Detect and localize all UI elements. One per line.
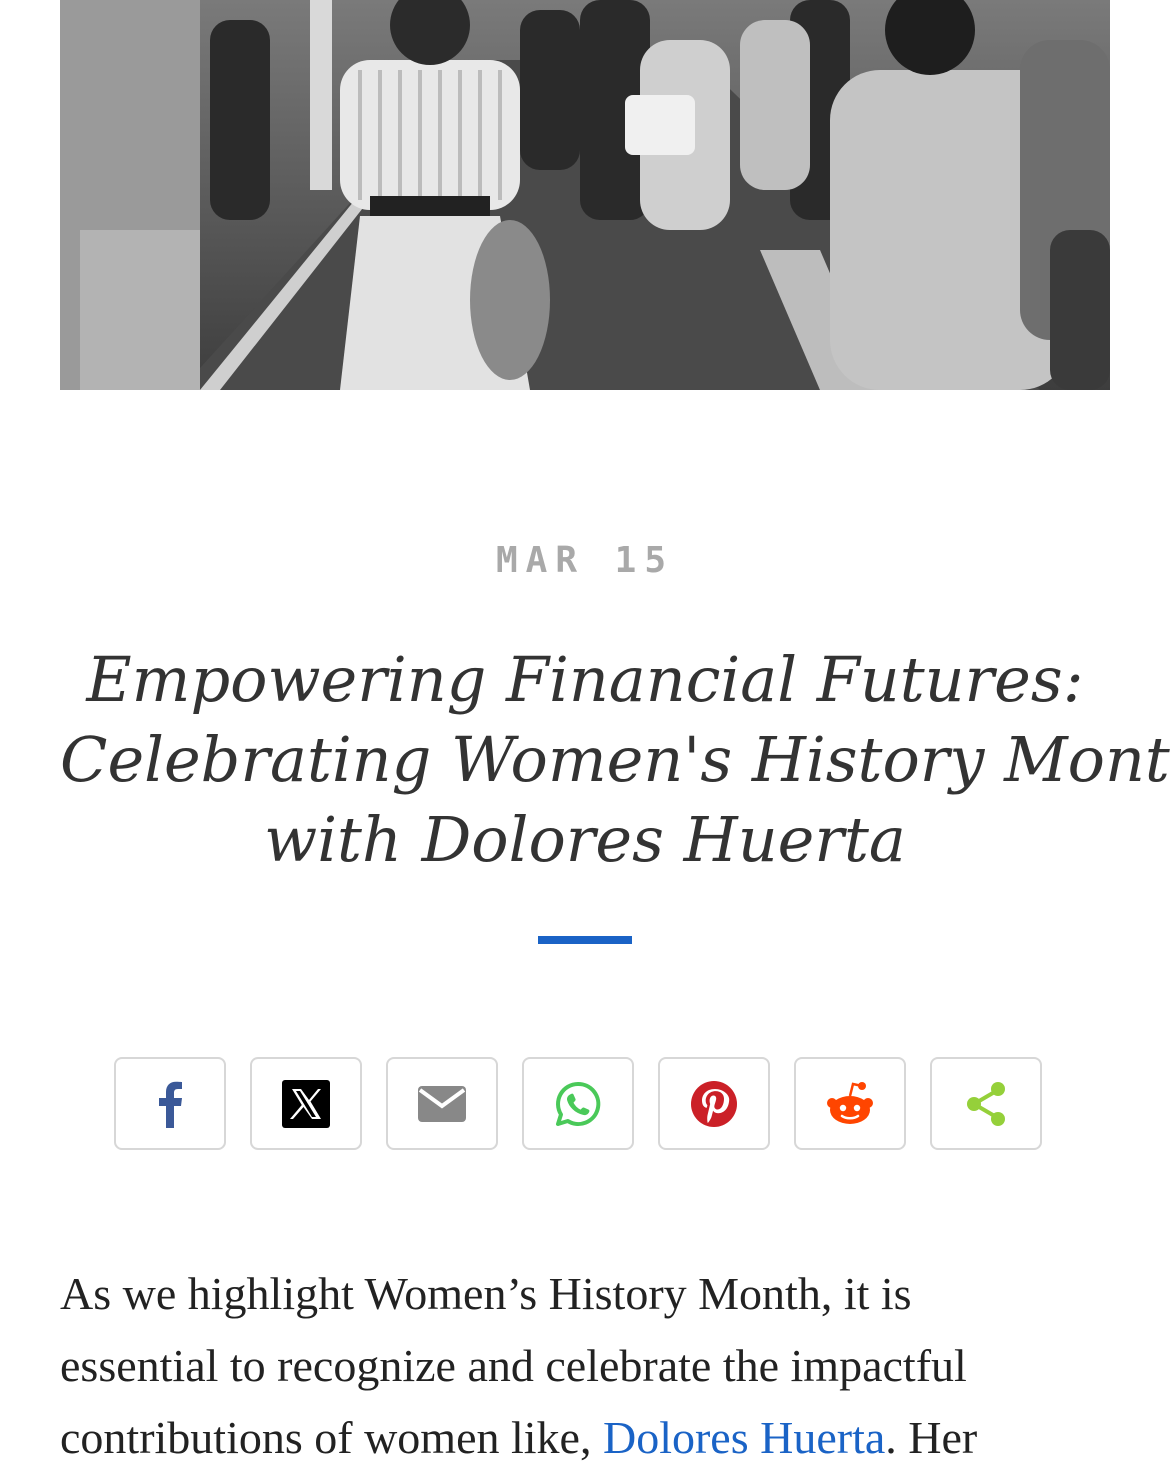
dolores-huerta-link[interactable]: Dolores Huerta: [603, 1412, 885, 1463]
share-pinterest-button[interactable]: [658, 1057, 770, 1150]
x-icon: [282, 1079, 330, 1128]
article-body: As we highlight Women’s History Month, i…: [60, 1258, 1110, 1474]
share-reddit-button[interactable]: [794, 1057, 906, 1150]
share-x-button[interactable]: [250, 1057, 362, 1150]
body-line-3-text: contributions of women like,: [60, 1412, 603, 1463]
title-divider: [538, 936, 632, 944]
whatsapp-icon: [556, 1081, 601, 1126]
body-line-3-tail: . Her: [885, 1412, 978, 1463]
email-icon: [418, 1085, 466, 1122]
share-email-button[interactable]: [386, 1057, 498, 1150]
body-line-2: essential to recognize and celebrate the…: [60, 1340, 967, 1391]
facebook-icon: [159, 1081, 182, 1128]
body-line-3: contributions of women like, Dolores Hue…: [60, 1402, 1110, 1474]
title-line-3: with Dolores Huerta: [264, 803, 906, 876]
hero-image: [60, 0, 1110, 390]
title-line-1: Empowering Financial Futures:: [86, 643, 1084, 716]
share-whatsapp-button[interactable]: [522, 1057, 634, 1150]
post-date: MAR 15: [495, 540, 675, 581]
reddit-icon: [827, 1081, 873, 1124]
article-title: Empowering Financial Futures: Celebratin…: [60, 640, 1170, 880]
share-more-button[interactable]: [930, 1057, 1042, 1150]
body-line-1: As we highlight Women’s History Month, i…: [60, 1268, 912, 1319]
title-line-2: Celebrating Women's History Month: [60, 723, 1170, 796]
share-buttons: [114, 1057, 1042, 1150]
share-icon: [967, 1081, 1005, 1126]
share-facebook-button[interactable]: [114, 1057, 226, 1150]
pinterest-icon: [691, 1080, 737, 1127]
